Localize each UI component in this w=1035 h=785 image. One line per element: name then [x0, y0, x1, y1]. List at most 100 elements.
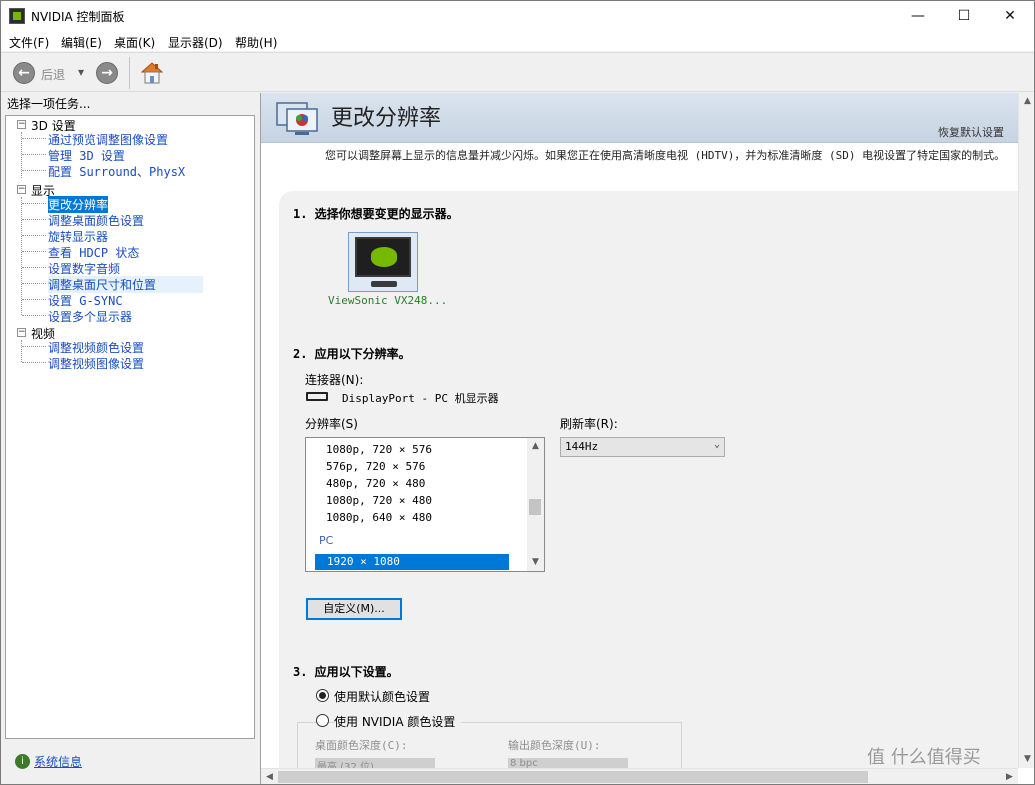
customize-button[interactable]: 自定义(M)...: [306, 598, 402, 620]
content-vertical-scrollbar[interactable]: ▲ ▼: [1018, 93, 1034, 768]
menu-bar: 文件(F) 编辑(E) 桌面(K) 显示器(D) 帮助(H): [1, 31, 1034, 51]
menu-help[interactable]: 帮助(H): [235, 34, 277, 51]
tree-line: [22, 299, 46, 300]
displayport-icon: [306, 392, 328, 401]
output-depth-label: 输出颜色深度(U):: [508, 739, 601, 752]
back-arrow-icon[interactable]: ←: [13, 62, 35, 84]
window-title: NVIDIA 控制面板: [31, 10, 125, 24]
tree-item-rotate-display[interactable]: 旋转显示器: [48, 228, 108, 245]
content-pane: 更改分辨率 恢复默认设置 您可以调整屏幕上显示的信息量并减少闪烁。如果您正在使用…: [260, 93, 1034, 784]
tree-line: [22, 315, 46, 316]
connector-value: DisplayPort - PC 机显示器: [342, 392, 499, 405]
nvidia-color-radio[interactable]: [316, 714, 329, 727]
default-color-radio[interactable]: [316, 689, 329, 702]
tree-line: [22, 362, 46, 363]
tree-item-video-color[interactable]: 调整视频颜色设置: [48, 339, 144, 356]
tree-item-change-resolution[interactable]: 更改分辨率: [48, 196, 109, 213]
menu-edit[interactable]: 编辑(E): [61, 34, 102, 51]
resolution-option[interactable]: 1080p, 640 × 480: [326, 511, 432, 524]
page-description: 您可以调整屏幕上显示的信息量并减少闪烁。如果您正在使用高清晰度电视 (HDTV)…: [325, 149, 1006, 162]
content-horizontal-scrollbar[interactable]: ◀ ▶: [261, 768, 1018, 784]
history-dropdown-icon[interactable]: ▾: [78, 65, 84, 79]
close-button[interactable]: ✕: [987, 1, 1033, 31]
resolution-option[interactable]: 1080p, 720 × 576: [326, 443, 432, 456]
minimize-button[interactable]: —: [895, 1, 941, 31]
tree-item-desktop-color[interactable]: 调整桌面颜色设置: [48, 212, 144, 229]
tree-item-manage-3d[interactable]: 管理 3D 设置: [48, 147, 125, 164]
default-color-label[interactable]: 使用默认颜色设置: [334, 688, 430, 705]
step2-heading: 2. 应用以下分辨率。: [293, 347, 411, 361]
tree-item-video-image[interactable]: 调整视频图像设置: [48, 355, 144, 372]
scroll-down-icon[interactable]: ▼: [527, 554, 544, 571]
refresh-rate-value: 144Hz: [565, 440, 599, 453]
display-settings-icon: [276, 102, 318, 135]
monitor-tile[interactable]: [348, 232, 418, 292]
tree-line: [22, 346, 46, 347]
home-icon[interactable]: [140, 60, 164, 86]
scrollbar-thumb[interactable]: [278, 771, 868, 783]
tree-line: [22, 235, 46, 236]
watermark: 值 什么值得买: [867, 747, 981, 768]
scroll-up-icon[interactable]: ▲: [1019, 93, 1034, 110]
resolution-option-selected[interactable]: 1920 × 1080: [315, 554, 509, 570]
system-info-link[interactable]: 系统信息: [34, 753, 82, 770]
resolution-group-pc: PC: [319, 534, 334, 547]
tree-line: [22, 267, 46, 268]
chevron-down-icon: ⌄: [713, 439, 720, 450]
resolution-label: 分辨率(S): [305, 417, 358, 431]
title-bar: NVIDIA 控制面板 — ☐ ✕: [1, 1, 1034, 31]
resolution-option[interactable]: 576p, 720 × 576: [326, 460, 425, 473]
tree-item-desktop-size[interactable]: 调整桌面尺寸和位置: [48, 276, 203, 293]
desktop-depth-label: 桌面颜色深度(C):: [315, 739, 408, 752]
scroll-right-icon[interactable]: ▶: [1001, 769, 1018, 784]
page-title: 更改分辨率: [331, 106, 442, 131]
resolution-option[interactable]: 1080p, 720 × 480: [326, 494, 432, 507]
scrollbar-thumb[interactable]: [529, 499, 541, 515]
collapse-display-toggle[interactable]: −: [17, 185, 26, 194]
tree-line: [22, 251, 46, 252]
toolbar: ← 后退 ▾ →: [1, 52, 1034, 92]
tree-line: [22, 170, 46, 171]
collapse-3d-toggle[interactable]: −: [17, 120, 26, 129]
restore-defaults-link[interactable]: 恢复默认设置: [938, 124, 1004, 140]
back-label[interactable]: 后退: [41, 66, 65, 83]
connector-label: 连接器(N):: [305, 373, 364, 387]
toolbar-separator: [129, 57, 130, 89]
nvidia-color-label[interactable]: 使用 NVIDIA 颜色设置: [334, 713, 462, 730]
resolution-option[interactable]: 480p, 720 × 480: [326, 477, 425, 490]
tree-item-hdcp-status[interactable]: 查看 HDCP 状态: [48, 244, 139, 261]
forward-arrow-icon[interactable]: →: [96, 62, 118, 84]
tree-line: [22, 203, 46, 204]
resolution-scrollbar[interactable]: ▲ ▼: [527, 438, 544, 571]
scroll-up-icon[interactable]: ▲: [527, 438, 544, 455]
task-pane-header: 选择一项任务...: [7, 97, 91, 111]
refresh-rate-select[interactable]: 144Hz ⌄: [560, 437, 725, 457]
refresh-rate-label: 刷新率(R):: [560, 417, 618, 431]
menu-desktop[interactable]: 桌面(K): [114, 34, 155, 51]
tree-line: [22, 154, 46, 155]
tree-item-digital-audio[interactable]: 设置数字音频: [48, 260, 120, 277]
monitor-icon: [355, 237, 411, 277]
tree-item-multiple-displays[interactable]: 设置多个显示器: [48, 308, 132, 325]
scroll-down-icon[interactable]: ▼: [1019, 751, 1034, 768]
menu-display[interactable]: 显示器(D): [168, 34, 223, 51]
tree-item-preview-image[interactable]: 通过预览调整图像设置: [48, 131, 168, 148]
tree-item-surround-physx[interactable]: 配置 Surround、PhysX: [48, 163, 185, 180]
maximize-button[interactable]: ☐: [941, 1, 987, 31]
info-icon: i: [15, 754, 30, 769]
nvidia-app-icon: [9, 8, 25, 24]
tree-item-gsync[interactable]: 设置 G-SYNC: [48, 292, 123, 309]
tree-line: [21, 197, 22, 315]
monitor-name[interactable]: ViewSonic VX248...: [328, 294, 447, 307]
collapse-video-toggle[interactable]: −: [17, 328, 26, 337]
nvidia-control-panel-window: NVIDIA 控制面板 — ☐ ✕ 文件(F) 编辑(E) 桌面(K) 显示器(…: [0, 0, 1035, 785]
page-banner: 更改分辨率 恢复默认设置: [261, 93, 1018, 143]
tree-line: [22, 219, 46, 220]
monitor-stand: [371, 281, 397, 287]
settings-panel: 1. 选择你想要变更的显示器。 ViewSonic VX248... 2. 应用…: [279, 191, 1018, 784]
scroll-left-icon[interactable]: ◀: [261, 769, 278, 784]
step1-heading: 1. 选择你想要变更的显示器。: [293, 207, 459, 221]
menu-file[interactable]: 文件(F): [9, 34, 49, 51]
resolution-list[interactable]: 1080p, 720 × 576 576p, 720 × 576 480p, 7…: [305, 437, 545, 572]
tree-line: [22, 283, 46, 284]
